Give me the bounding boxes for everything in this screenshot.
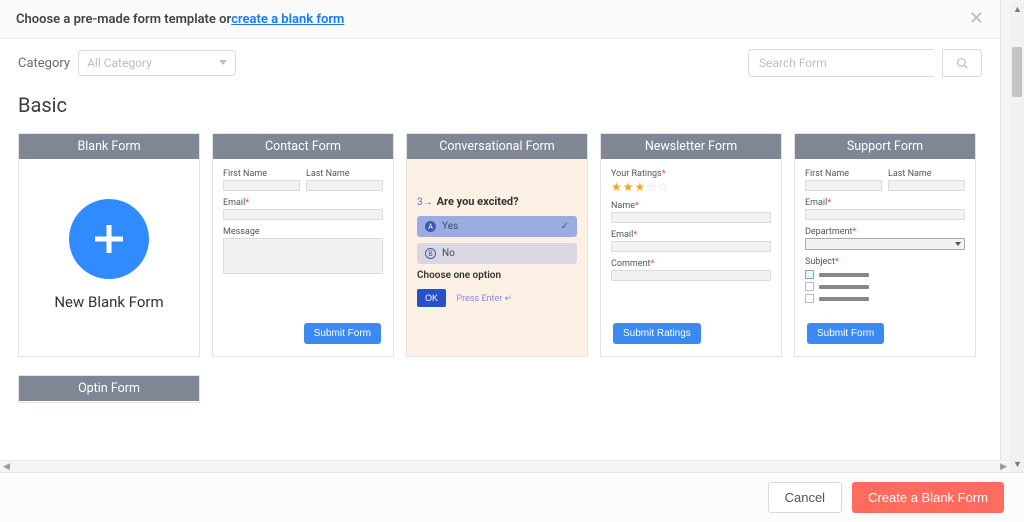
- card-body: Your Ratings* ★★★☆☆ Name* Email* Comment…: [601, 159, 781, 356]
- toolbar: Category All Category Search Form: [0, 39, 1000, 83]
- checkbox-row: [805, 270, 965, 279]
- template-card-newsletter[interactable]: Newsletter Form Your Ratings* ★★★☆☆ Name…: [600, 133, 782, 357]
- template-cards-row2: Optin Form: [18, 375, 982, 403]
- create-blank-link[interactable]: create a blank form: [231, 12, 344, 27]
- template-modal: Choose a pre-made form template or creat…: [0, 0, 1001, 472]
- field-label: Email*: [223, 198, 383, 208]
- template-cards: Blank Form New Blank Form Contact Form F…: [18, 133, 982, 357]
- ok-button: OK: [417, 289, 446, 307]
- conv-question: 3→Are you excited?: [417, 195, 577, 208]
- card-body: First Name Last Name Email* Message Subm…: [213, 159, 393, 356]
- card-title: Newsletter Form: [601, 134, 781, 159]
- field-input: [223, 209, 383, 220]
- card-title: Conversational Form: [407, 134, 587, 159]
- field-input: [223, 180, 300, 191]
- field-textarea: [223, 238, 383, 274]
- content: Basic Blank Form New Blank Form Contact …: [0, 83, 1000, 472]
- template-card-contact[interactable]: Contact Form First Name Last Name Email*…: [212, 133, 394, 357]
- field-label: Comment*: [611, 259, 771, 269]
- enter-hint: Press Enter ↵: [457, 294, 513, 304]
- field-label: Email*: [805, 198, 965, 208]
- card-title: Blank Form: [19, 134, 199, 159]
- blank-form-label: New Blank Form: [29, 293, 189, 311]
- create-blank-button[interactable]: Create a Blank Form: [852, 482, 1004, 513]
- horizontal-scrollbar[interactable]: ◀ ▶: [0, 460, 1010, 472]
- scroll-left-icon[interactable]: ◀: [3, 462, 10, 472]
- field-label: Email*: [611, 230, 771, 240]
- template-card-blank[interactable]: Blank Form New Blank Form: [18, 133, 200, 357]
- conv-option-no: BNo: [417, 243, 577, 264]
- scrollbar-thumb[interactable]: [1012, 47, 1022, 97]
- template-card-optin[interactable]: Optin Form: [18, 375, 200, 403]
- chevron-down-icon: [219, 60, 227, 65]
- submit-button: Submit Form: [807, 323, 884, 344]
- search-placeholder: Search Form: [759, 56, 827, 70]
- field-label: Last Name: [888, 169, 965, 179]
- template-card-support[interactable]: Support Form First Name Last Name Email*…: [794, 133, 976, 357]
- search-input[interactable]: Search Form: [748, 49, 934, 77]
- scroll-down-icon[interactable]: ▼: [1013, 459, 1022, 470]
- field-input: [888, 180, 965, 191]
- field-select: [805, 238, 965, 250]
- field-input: [306, 180, 383, 191]
- field-label: Last Name: [306, 169, 383, 179]
- scroll-up-icon[interactable]: ▲: [1013, 4, 1022, 15]
- submit-button: Submit Ratings: [613, 323, 701, 344]
- modal-footer: Cancel Create a Blank Form: [0, 472, 1024, 522]
- field-input: [611, 270, 771, 281]
- card-title: Optin Form: [19, 376, 199, 401]
- field-label: First Name: [223, 169, 300, 179]
- header-prefix: Choose a pre-made form template or: [16, 12, 231, 27]
- card-body: 3→Are you excited? AYes✓ BNo Choose one …: [407, 159, 587, 356]
- plus-icon: [69, 199, 149, 279]
- conv-hint: Choose one option: [417, 270, 577, 281]
- modal-header: Choose a pre-made form template or creat…: [0, 0, 1000, 39]
- card-title: Support Form: [795, 134, 975, 159]
- field-label: First Name: [805, 169, 882, 179]
- scroll-right-icon[interactable]: ▶: [1000, 462, 1007, 472]
- field-label: Subject*: [805, 257, 965, 267]
- field-label: Name*: [611, 201, 771, 211]
- close-icon[interactable]: ✕: [969, 10, 984, 28]
- field-label: Message: [223, 227, 383, 237]
- search-icon: [956, 57, 969, 70]
- cancel-button[interactable]: Cancel: [768, 482, 842, 513]
- vertical-scrollbar[interactable]: ▲ ▼: [1010, 2, 1024, 472]
- template-card-conversational[interactable]: Conversational Form 3→Are you excited? A…: [406, 133, 588, 357]
- field-input: [611, 241, 771, 252]
- category-label: Category: [18, 56, 70, 71]
- section-title: Basic: [18, 93, 982, 117]
- field-label: Your Ratings*: [611, 169, 771, 179]
- field-input: [805, 209, 965, 220]
- star-rating: ★★★☆☆: [611, 180, 771, 194]
- field-label: Department*: [805, 227, 965, 237]
- field-input: [805, 180, 882, 191]
- checkbox-row: [805, 282, 965, 291]
- submit-button: Submit Form: [304, 323, 381, 344]
- category-placeholder: All Category: [87, 56, 152, 70]
- card-body: First Name Last Name Email* Department* …: [795, 159, 975, 356]
- field-input: [611, 212, 771, 223]
- checkbox-row: [805, 294, 965, 303]
- category-select[interactable]: All Category: [78, 50, 236, 76]
- card-title: Contact Form: [213, 134, 393, 159]
- card-body: New Blank Form: [19, 159, 199, 356]
- search-button[interactable]: [942, 49, 982, 77]
- conv-option-yes: AYes✓: [417, 216, 577, 237]
